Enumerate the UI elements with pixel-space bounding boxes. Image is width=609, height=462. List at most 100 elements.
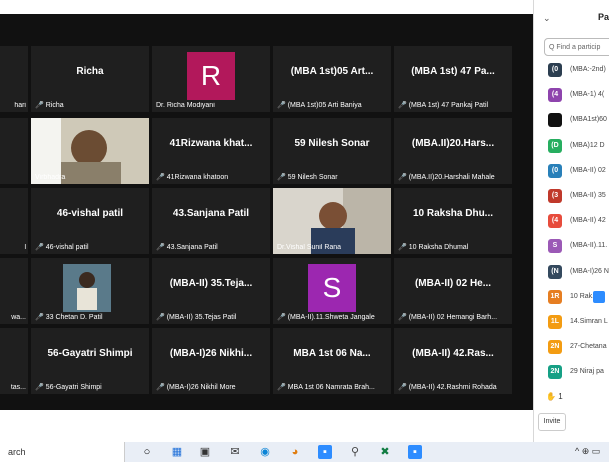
tile-name: (MBA-II) 35.Teja... <box>169 278 253 289</box>
participant-row[interactable]: (4 (MBA-II) 42 <box>544 214 609 230</box>
participant-avatar: 1R <box>548 289 562 304</box>
participant-row[interactable]: S (MBA-II).11. <box>544 239 609 255</box>
participant-avatar: (D <box>548 138 562 153</box>
raised-hands: ✋ 1 <box>546 392 563 401</box>
participant-row[interactable]: 2N 27-Chetana <box>544 340 609 356</box>
participant-row[interactable]: (MBA1st)60 <box>544 113 609 129</box>
taskbar-search[interactable]: arch <box>0 442 125 462</box>
tool-icon[interactable]: ⚲ <box>348 445 362 459</box>
edge-icon[interactable]: ◉ <box>258 445 272 459</box>
participant-tile[interactable]: wa... <box>0 258 28 324</box>
participant-name: (MBA-II) 35 <box>570 192 606 199</box>
collapse-chevron-icon[interactable]: ⌄ <box>543 13 551 24</box>
tile-name: (MBA.II)20.Hars... <box>411 138 495 149</box>
participant-row[interactable]: 1R 10 Rak... <box>544 289 609 306</box>
tile-caption-text: (MBA-II) 42.Rashmi Rohada <box>408 384 497 391</box>
tile-name: (MBA-I)26 Nikhi... <box>169 348 253 359</box>
muted-mic-icon: 🎤 <box>277 314 286 321</box>
tile-caption-text: (MBA-II) 35.Tejas Patil <box>166 314 237 321</box>
participant-avatar: 1L <box>548 315 562 329</box>
tile-name: 46-vishal patil <box>56 208 124 219</box>
tile-caption-text: (MBA.II)20.Harshali Mahale <box>408 174 495 181</box>
excel-icon[interactable]: ✖ <box>378 445 392 459</box>
participant-action-button[interactable] <box>593 290 605 303</box>
participant-name: (MBA-1) 4( <box>570 91 605 99</box>
participant-name: 27-Chetana <box>570 343 607 351</box>
participant-tile[interactable]: hari <box>0 46 28 112</box>
participant-name: 14.Simran L <box>570 318 608 325</box>
tile-name: 10 Raksha Dhu... <box>412 208 494 219</box>
participant-tile[interactable] <box>0 118 28 184</box>
participant-row[interactable]: (0 (MBA:-2nd) <box>544 63 609 79</box>
participant-avatar: (4 <box>548 88 562 103</box>
muted-mic-icon: 🎤 <box>156 384 165 391</box>
muted-mic-icon: 🎤 <box>156 314 165 321</box>
participant-name: (MBA)12 D <box>570 141 605 149</box>
tile-name: 43.Sanjana Patil <box>172 208 250 219</box>
chrome-icon[interactable]: ◕ <box>288 445 302 459</box>
tile-caption: 🎤 10 Raksha Dhumal <box>398 243 510 251</box>
participant-tile[interactable]: MBA 1st 06 Na... 🎤 MBA 1st 06 Namrata Brah… <box>273 328 391 394</box>
participant-tile[interactable]: 43.Sanjana Patil 🎤 43.Sanjana Patil <box>152 188 270 254</box>
mail-icon[interactable]: ✉ <box>228 445 242 459</box>
participant-avatar: (3 <box>548 189 562 203</box>
calculator-icon[interactable]: ▦ <box>170 445 184 459</box>
tile-caption-text: Virbhadra <box>35 174 66 181</box>
participant-tile[interactable]: Virbhadra <box>31 118 149 184</box>
muted-mic-icon: 🎤 <box>35 244 44 251</box>
tile-caption: 🎤 (MBA-II) 42.Rashmi Rohada <box>398 383 510 391</box>
participant-name: (MBA-II) 42 <box>570 217 606 225</box>
participant-row[interactable]: (0 (MBA-II) 02 <box>544 163 609 180</box>
participant-tile[interactable]: (MBA-II) 42.Ras... 🎤 (MBA-II) 42.Rashmi Ro… <box>394 328 512 394</box>
store-icon[interactable]: ▣ <box>198 445 212 459</box>
participant-tile[interactable]: (MBA 1st)05 Art... 🎤 (MBA 1st)05 Arti Bani… <box>273 46 391 112</box>
participant-tile[interactable]: (MBA.II)20.Hars... 🎤 (MBA.II)20.Harshali M… <box>394 118 512 184</box>
participant-tile[interactable]: l <box>0 188 28 254</box>
participant-tile[interactable]: 41Rizwana khat... 🎤 41Rizwana khatoon <box>152 118 270 184</box>
video-grid: Richa 🎤 Richa R Dr. Richa Modiyani (MBA 1st)0… <box>0 14 533 410</box>
participant-row[interactable]: (3 (MBA-II) 35 <box>544 189 609 205</box>
invite-button[interactable]: Invite <box>538 413 566 431</box>
participant-avatar: (4 <box>548 214 562 229</box>
participant-tile[interactable]: R Dr. Richa Modiyani <box>152 46 270 112</box>
tile-caption: 🎤 MBA 1st 06 Namrata Brah... <box>277 383 389 391</box>
tile-name: MBA 1st 06 Na... <box>293 348 371 359</box>
participant-avatar: (N <box>548 264 562 279</box>
tile-name: 56-Gayatri Shimpi <box>47 348 133 359</box>
participant-tile[interactable]: (MBA-I)26 Nikhi... 🎤 (MBA-I)26 Nikhil More <box>152 328 270 394</box>
participant-tile[interactable]: 56-Gayatri Shimpi 🎤 56-Gayatri Shimpi <box>31 328 149 394</box>
tile-name: 59 Nilesh Sonar <box>294 138 370 149</box>
tile-caption-text: (MBA 1st) 47 Pankaj Patil <box>408 102 489 109</box>
task-view-icon[interactable]: ○ <box>140 445 154 459</box>
participant-tile[interactable]: S 🎤 (MBA-II).11.Shweta Jangale <box>273 258 391 324</box>
tile-caption: 🎤 41Rizwana khatoon <box>156 173 268 181</box>
participant-name: (MBA-I)26 N <box>570 267 609 275</box>
participant-row[interactable]: (D (MBA)12 D <box>544 138 609 155</box>
zoom-meeting-icon[interactable]: ▪ <box>408 445 422 459</box>
tile-name: (MBA 1st)05 Art... <box>290 66 374 77</box>
participant-tile[interactable]: 🎤 33 Chetan D. Patil <box>31 258 149 324</box>
muted-mic-icon: 🎤 <box>398 174 407 181</box>
participant-tile[interactable]: (MBA-II) 02 He... 🎤 (MBA-II) 02 Hemangi Ba… <box>394 258 512 324</box>
tile-caption-text: 56-Gayatri Shimpi <box>45 384 102 391</box>
participant-tile[interactable]: tas... <box>0 328 28 394</box>
participant-row[interactable]: (N (MBA-I)26 N <box>544 264 609 281</box>
muted-mic-icon: 🎤 <box>277 102 286 109</box>
top-white-strip <box>0 0 530 14</box>
participant-row[interactable]: 1L 14.Simran L <box>544 315 609 331</box>
participant-avatar: (0 <box>548 63 562 77</box>
zoom-icon[interactable]: ▪ <box>318 445 332 459</box>
system-tray[interactable]: ^ ⊕ ▭ <box>575 446 600 457</box>
tile-name: 41Rizwana khat... <box>169 138 253 149</box>
participant-row[interactable]: 2N 29 Niraj pa <box>544 365 609 381</box>
participant-tile[interactable]: 10 Raksha Dhu... 🎤 10 Raksha Dhumal <box>394 188 512 254</box>
participant-tile[interactable]: Dr.Vishal Sunil Rana <box>273 188 391 254</box>
participant-tile[interactable]: 59 Nilesh Sonar 🎤 59 Nilesh Sonar <box>273 118 391 184</box>
participant-row[interactable]: (4 (MBA-1) 4( <box>544 88 609 104</box>
participant-tile[interactable]: Richa 🎤 Richa <box>31 46 149 112</box>
participant-tile[interactable]: (MBA-II) 35.Teja... 🎤 (MBA-II) 35.Tejas Pa… <box>152 258 270 324</box>
tile-caption-text: 33 Chetan D. Patil <box>45 314 103 321</box>
participant-tile[interactable]: (MBA 1st) 47 Pa... 🎤 (MBA 1st) 47 Pankaj P… <box>394 46 512 112</box>
find-participant-input[interactable]: Q Find a particip <box>544 38 609 56</box>
participant-tile[interactable]: 46-vishal patil 🎤 46-vishal patil <box>31 188 149 254</box>
